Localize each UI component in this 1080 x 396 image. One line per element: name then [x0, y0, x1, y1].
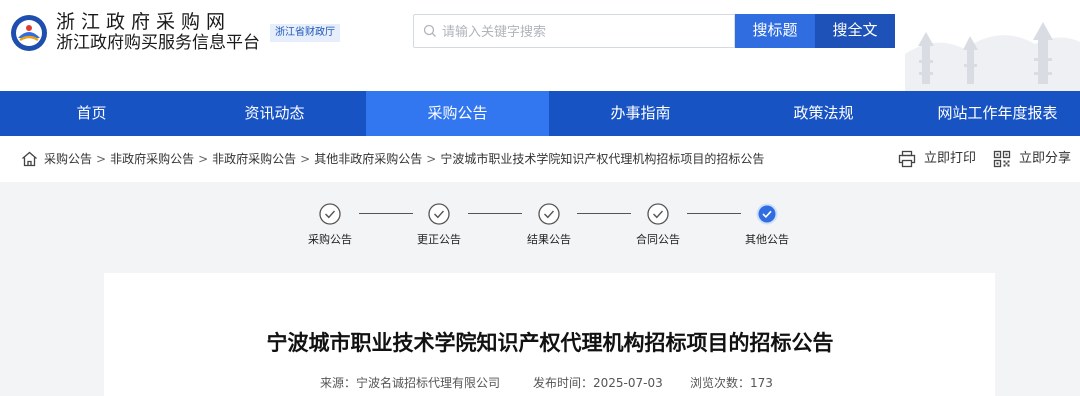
- breadcrumb-separator: >: [300, 152, 311, 166]
- step-check-icon[interactable]: [428, 203, 450, 225]
- step-label: 更正公告: [417, 233, 461, 246]
- step-label-active: 其他公告: [745, 233, 789, 246]
- printer-icon: [898, 150, 916, 168]
- notice-steps: [0, 182, 1080, 272]
- pagoda-decoration-icon: [905, 22, 1080, 91]
- article-views: 浏览次数：173: [690, 375, 773, 391]
- breadcrumb-separator: >: [96, 152, 107, 166]
- search-box: [413, 14, 735, 48]
- nav-item-home[interactable]: 首页: [0, 91, 183, 136]
- qr-code-icon: [993, 150, 1011, 168]
- article-source: 来源：宁波名诚招标代理有限公司: [320, 375, 500, 391]
- site-subtitle[interactable]: 浙江政府购买服务信息平台: [56, 33, 260, 53]
- breadcrumb-item[interactable]: 非政府采购公告: [110, 152, 194, 166]
- breadcrumb-item[interactable]: 其他非政府采购公告: [314, 152, 422, 166]
- site-name[interactable]: 浙江政府采购网: [56, 12, 231, 32]
- step-check-icon[interactable]: [538, 203, 560, 225]
- step-label: 结果公告: [527, 233, 571, 246]
- share-button[interactable]: 立即分享: [993, 149, 1073, 169]
- search-input[interactable]: [442, 21, 727, 43]
- source-label: 来源：: [320, 376, 357, 390]
- nav-item-procurement[interactable]: 采购公告: [366, 91, 549, 136]
- source-value: 宁波名诚招标代理有限公司: [356, 376, 501, 390]
- step-check-icon[interactable]: [647, 203, 669, 225]
- views-label: 浏览次数：: [690, 376, 751, 390]
- views-value: 173: [750, 376, 773, 390]
- article-date: 发布时间：2025-07-03: [533, 375, 663, 391]
- breadcrumb-current: 宁波城市职业技术学院知识产权代理机构招标项目的招标公告: [440, 152, 765, 166]
- breadcrumb-item[interactable]: 采购公告: [44, 152, 92, 166]
- dept-badge: 浙江省财政厅: [270, 24, 340, 42]
- search-icon: [423, 24, 436, 37]
- logo-emblem-icon[interactable]: [10, 14, 48, 52]
- nav-item-policy[interactable]: 政策法规: [732, 91, 915, 136]
- nav-item-annual-report[interactable]: 网站工作年度报表: [915, 91, 1080, 136]
- step-label: 合同公告: [636, 233, 680, 246]
- date-value: 2025-07-03: [593, 376, 663, 390]
- search-title-button[interactable]: 搜标题: [735, 14, 815, 48]
- date-label: 发布时间：: [533, 376, 594, 390]
- share-label: 立即分享: [1019, 151, 1072, 166]
- step-connector: [577, 213, 631, 214]
- step-connector: [687, 213, 741, 214]
- step-active-check-icon[interactable]: [756, 203, 778, 225]
- home-icon[interactable]: [21, 151, 38, 167]
- step-connector: [359, 213, 413, 214]
- step-check-icon[interactable]: [319, 203, 341, 225]
- print-button[interactable]: 立即打印: [898, 149, 978, 169]
- step-connector: [468, 213, 522, 214]
- breadcrumb-item[interactable]: 非政府采购公告: [212, 152, 296, 166]
- print-label: 立即打印: [924, 151, 977, 166]
- breadcrumb-separator: >: [426, 152, 437, 166]
- nav-item-news[interactable]: 资讯动态: [183, 91, 366, 136]
- site-header: 浙江政府采购网 浙江政府购买服务信息平台 浙江省财政厅 搜标题 搜全文: [0, 0, 1080, 91]
- step-label: 采购公告: [308, 233, 352, 246]
- article-title: 宁波城市职业技术学院知识产权代理机构招标项目的招标公告: [266, 331, 834, 355]
- breadcrumb: 采购公告 > 非政府采购公告 > 非政府采购公告 > 其他非政府采购公告 > 宁波城市职业技术学…: [44, 150, 764, 168]
- search-fulltext-button[interactable]: 搜全文: [815, 14, 895, 48]
- main-nav: 首页 资讯动态 采购公告 办事指南 政策法规 网站工作年度报表: [0, 91, 1080, 136]
- breadcrumb-separator: >: [198, 152, 209, 166]
- nav-item-guide[interactable]: 办事指南: [549, 91, 732, 136]
